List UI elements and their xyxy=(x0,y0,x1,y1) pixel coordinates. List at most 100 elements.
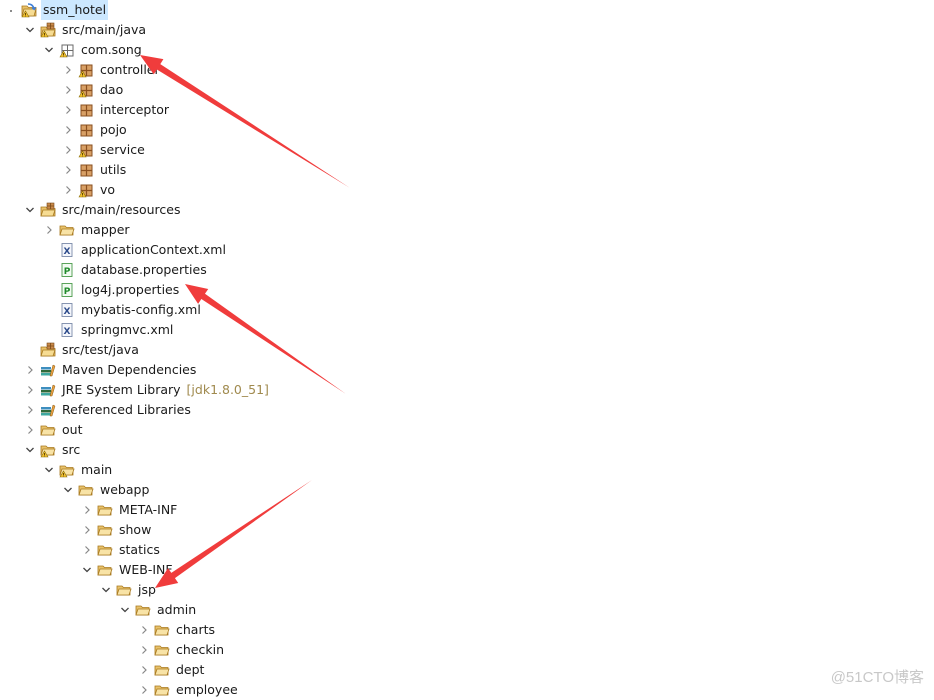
tree-item-label: employee xyxy=(176,682,238,697)
tree-item[interactable]: checkin xyxy=(138,640,226,660)
folder-icon xyxy=(97,542,113,558)
tree-item-label: com.song xyxy=(81,42,142,57)
tree-item[interactable]: employee xyxy=(138,680,240,700)
package-icon xyxy=(78,62,94,78)
tree-item-label: springmvc.xml xyxy=(81,322,174,337)
chevron-right-icon[interactable] xyxy=(62,60,74,80)
tree-item[interactable]: JRE System Library [jdk1.8.0_51] xyxy=(24,380,269,400)
folder-icon xyxy=(154,642,170,658)
chevron-right-icon[interactable] xyxy=(62,160,74,180)
chevron-right-icon[interactable] xyxy=(24,400,36,420)
xml-file-icon: X xyxy=(59,302,75,318)
chevron-right-icon[interactable] xyxy=(24,420,36,440)
chevron-down-icon[interactable] xyxy=(43,40,55,60)
chevron-down-icon[interactable] xyxy=(119,600,131,620)
tree-item[interactable]: com.song xyxy=(43,40,144,60)
folder-icon xyxy=(40,422,56,438)
source-folder-icon xyxy=(40,22,56,38)
tree-item[interactable]: src xyxy=(24,440,82,460)
chevron-down-icon[interactable] xyxy=(43,460,55,480)
folder-icon xyxy=(78,482,94,498)
tree-item[interactable]: webapp xyxy=(62,480,151,500)
chevron-down-icon[interactable] xyxy=(100,580,112,600)
chevron-right-icon[interactable] xyxy=(81,500,93,520)
tree-item[interactable]: admin xyxy=(119,600,198,620)
chevron-right-icon[interactable] xyxy=(24,380,36,400)
tree-item[interactable]: pojo xyxy=(62,120,129,140)
tree-item[interactable]: Xspringmvc.xml xyxy=(43,320,175,340)
tree-item[interactable]: src/test/java xyxy=(24,340,141,360)
tree-item[interactable]: service xyxy=(62,140,147,160)
tree-item[interactable]: Maven Dependencies xyxy=(24,360,198,380)
folder-icon xyxy=(97,502,113,518)
package-icon xyxy=(78,82,94,98)
tree-item[interactable]: Pdatabase.properties xyxy=(43,260,209,280)
tree-item-label: src/main/resources xyxy=(62,202,181,217)
tree-item[interactable]: src/main/resources xyxy=(24,200,182,220)
chevron-right-icon[interactable] xyxy=(81,520,93,540)
tree-item-label: charts xyxy=(176,622,216,637)
tree-item[interactable]: out xyxy=(24,420,84,440)
chevron-right-icon[interactable] xyxy=(138,680,150,700)
package-icon xyxy=(78,162,94,178)
tree-item[interactable]: Plog4j.properties xyxy=(43,280,181,300)
tree-item[interactable]: interceptor xyxy=(62,100,171,120)
tree-item-label: applicationContext.xml xyxy=(81,242,226,257)
tree-item-label: META-INF xyxy=(119,502,178,517)
chevron-right-icon[interactable] xyxy=(24,360,36,380)
tree-item[interactable]: show xyxy=(81,520,153,540)
chevron-down-icon[interactable] xyxy=(24,20,36,40)
tree-item[interactable]: XapplicationContext.xml xyxy=(43,240,228,260)
tree-item-label: dao xyxy=(100,82,124,97)
tree-item[interactable]: dept xyxy=(138,660,206,680)
chevron-right-icon[interactable] xyxy=(62,80,74,100)
svg-text:P: P xyxy=(64,267,71,277)
xml-file-icon: X xyxy=(59,242,75,258)
package-empty-icon xyxy=(59,42,75,58)
tree-item[interactable]: utils xyxy=(62,160,128,180)
chevron-down-icon[interactable] xyxy=(24,200,36,220)
tree-item[interactable]: src/main/java xyxy=(24,20,148,40)
tree-item[interactable]: WEB-INF xyxy=(81,560,175,580)
chevron-right-icon[interactable] xyxy=(81,540,93,560)
chevron-right-icon[interactable] xyxy=(62,120,74,140)
tree-item[interactable]: vo xyxy=(62,180,117,200)
tree-item-label: mybatis-config.xml xyxy=(81,302,201,317)
folder-icon xyxy=(59,462,75,478)
svg-text:X: X xyxy=(64,327,71,337)
tree-item-label: main xyxy=(81,462,113,477)
tree-item[interactable]: mapper xyxy=(43,220,132,240)
project-folder-icon xyxy=(21,2,37,18)
tree-item[interactable]: statics xyxy=(81,540,162,560)
chevron-down-icon[interactable] xyxy=(24,440,36,460)
chevron-right-icon[interactable] xyxy=(138,660,150,680)
tree-item[interactable]: jsp xyxy=(100,580,158,600)
chevron-right-icon[interactable] xyxy=(62,180,74,200)
tree-item[interactable]: charts xyxy=(138,620,217,640)
package-icon xyxy=(78,142,94,158)
tree-item-label: Maven Dependencies xyxy=(62,362,197,377)
tree-item[interactable]: main xyxy=(43,460,114,480)
properties-file-icon: P xyxy=(59,262,75,278)
chevron-right-icon[interactable] xyxy=(43,220,55,240)
tree-item[interactable]: Referenced Libraries xyxy=(24,400,193,420)
chevron-down-icon[interactable] xyxy=(81,560,93,580)
chevron-right-icon[interactable] xyxy=(62,140,74,160)
source-folder-icon xyxy=(40,342,56,358)
tree-item[interactable]: dao xyxy=(62,80,125,100)
tree-item-label: Referenced Libraries xyxy=(62,402,191,417)
chevron-down-icon[interactable] xyxy=(62,480,74,500)
tree-item[interactable]: ssm_hotel xyxy=(5,0,109,20)
folder-icon xyxy=(97,522,113,538)
tree-item[interactable]: META-INF xyxy=(81,500,179,520)
chevron-right-icon[interactable] xyxy=(138,640,150,660)
folder-icon xyxy=(154,682,170,698)
tree-item[interactable]: Xmybatis-config.xml xyxy=(43,300,203,320)
chevron-right-icon[interactable] xyxy=(138,620,150,640)
tree-item-label: ssm_hotel xyxy=(41,0,109,20)
tree-item[interactable]: controller xyxy=(62,60,162,80)
folder-icon xyxy=(116,582,132,598)
chevron-right-icon[interactable] xyxy=(62,100,74,120)
